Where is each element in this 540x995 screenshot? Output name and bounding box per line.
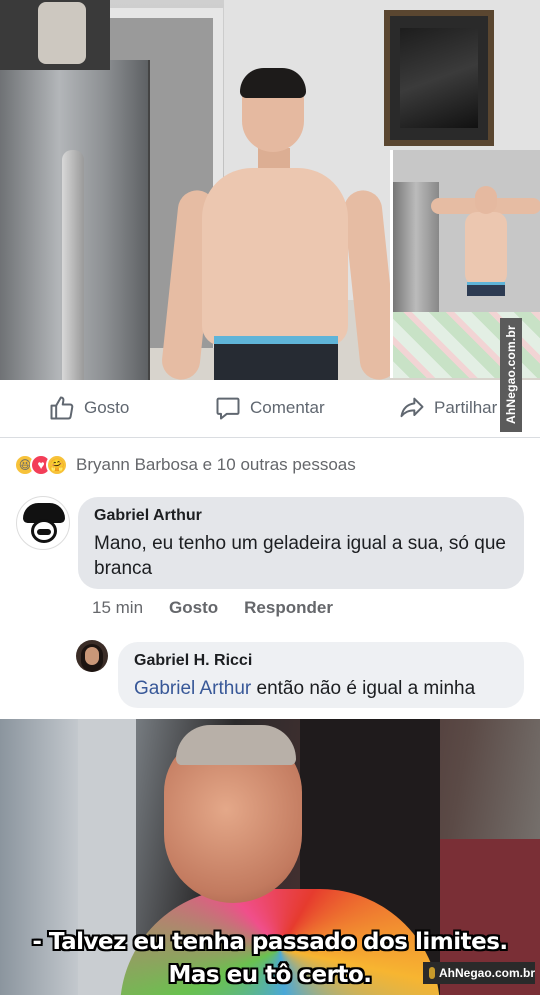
- inset-person-body: [465, 212, 507, 286]
- photo-fridge: [0, 60, 150, 380]
- share-button[interactable]: Partilhar: [398, 394, 497, 422]
- meme-subtitle-line1: - Talvez eu tenha passado dos limites.: [32, 929, 508, 955]
- post-action-bar: Gosto Comentar Partilhar: [0, 380, 540, 438]
- watermark-bottom: AhNegao.com.br: [423, 962, 535, 984]
- inset-person-head: [475, 186, 497, 214]
- speech-bubble-icon: [216, 397, 240, 420]
- person-hair: [240, 68, 306, 98]
- painting-canvas: [400, 28, 478, 128]
- reply-text: Gabriel Arthur então não é igual a minha: [134, 676, 508, 701]
- watermark-logo-icon: [429, 967, 435, 979]
- reply-author[interactable]: Gabriel H. Ricci: [134, 652, 508, 670]
- comment-author[interactable]: Gabriel Arthur: [94, 507, 508, 525]
- wall-painting: [384, 10, 494, 146]
- inset-person-shorts: [467, 282, 505, 296]
- reactions-summary[interactable]: 😆 ♥ 🤗 Bryann Barbosa e 10 outras pessoas: [14, 452, 356, 478]
- watermark-text: AhNegao.com.br: [438, 966, 535, 980]
- avatar-face: [85, 647, 99, 665]
- like-button[interactable]: Gosto: [48, 394, 129, 422]
- reply-body: então não é igual a minha: [251, 678, 476, 699]
- comment-text: Mano, eu tenho um geladeira igual a sua,…: [94, 533, 506, 579]
- fridge-handle: [62, 150, 84, 380]
- comment-like-link[interactable]: Gosto: [169, 598, 218, 618]
- meme-man-hair: [176, 725, 296, 765]
- post-photo[interactable]: [0, 0, 540, 380]
- photo-jar: [38, 2, 86, 64]
- reply-bubble: Gabriel H. Ricci Gabriel Arthur então nã…: [118, 642, 524, 708]
- care-reaction-icon: 🤗: [46, 454, 68, 476]
- photo-shelf: [0, 0, 110, 70]
- comment-time: 15 min: [92, 598, 144, 617]
- comment-meta: 15 min Gosto Responder: [92, 598, 333, 618]
- share-label: Partilhar: [434, 398, 498, 417]
- comment-label: Comentar: [250, 398, 325, 417]
- avatar-gabriel-ricci[interactable]: [76, 640, 108, 672]
- reply-mention[interactable]: Gabriel Arthur: [134, 678, 251, 699]
- thumbs-up-icon: [50, 396, 74, 420]
- watermark-vertical: AhNegao.com.br: [500, 318, 522, 432]
- like-label: Gosto: [84, 398, 130, 417]
- avatar-mouth: [37, 529, 51, 535]
- comment-button[interactable]: Comentar: [214, 394, 325, 422]
- photo-person: [160, 60, 400, 380]
- comment-reply-link[interactable]: Responder: [244, 598, 333, 618]
- person-shorts: [214, 336, 338, 380]
- person-torso: [202, 168, 348, 346]
- comment-bubble: Gabriel Arthur Mano, eu tenho um geladei…: [78, 497, 524, 589]
- reaction-icons: 😆 ♥ 🤗: [14, 454, 68, 476]
- avatar-gabriel-arthur[interactable]: [16, 496, 70, 550]
- share-arrow-icon: [400, 397, 424, 418]
- reactions-text: Bryann Barbosa e 10 outras pessoas: [76, 455, 356, 474]
